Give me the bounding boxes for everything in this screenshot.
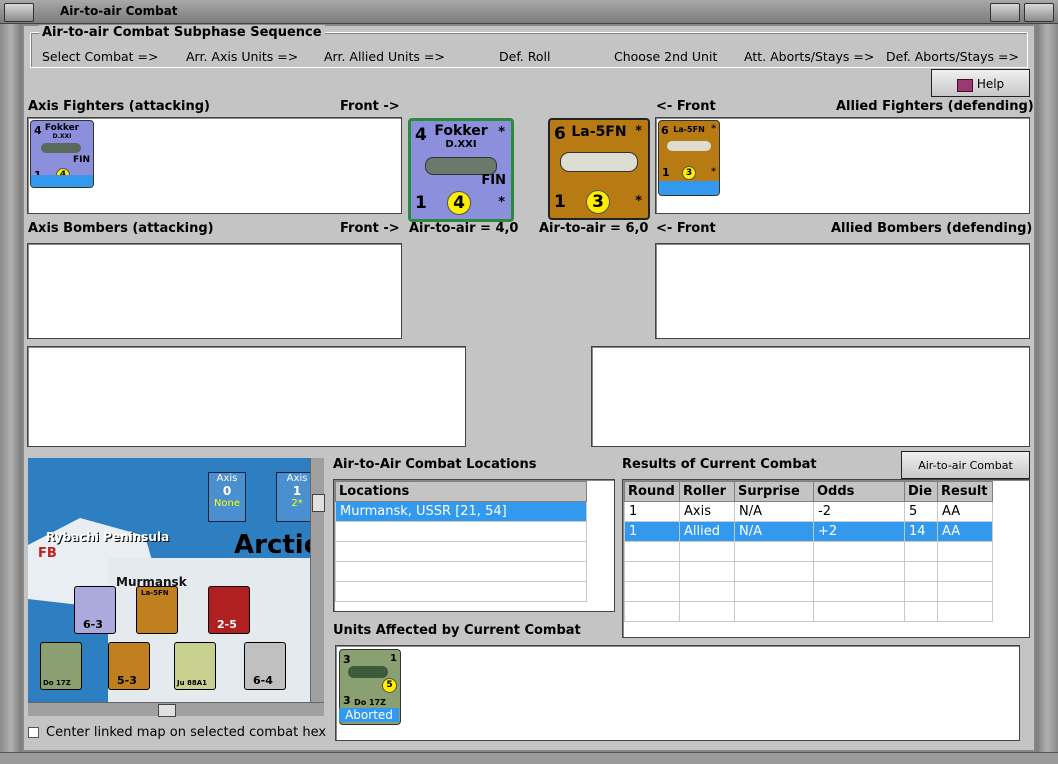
col-result[interactable]: Result <box>937 481 993 502</box>
minimize-button[interactable] <box>990 3 1020 22</box>
map-unit-la5fn[interactable]: La-5FN <box>136 586 178 634</box>
step-arr-allied[interactable]: Arr. Allied Units => <box>324 49 445 64</box>
allied-info-panel <box>591 346 1030 447</box>
results-panel: Round Roller Surprise Odds Die Result 1A… <box>622 479 1030 638</box>
axis-fighters-label: Axis Fighters (attacking) <box>28 99 210 114</box>
axis-fighters-front: Front -> <box>340 99 400 114</box>
map-unit-4[interactable]: 6-4 <box>244 642 286 690</box>
allied-fighter-counter-small[interactable]: 6 La-5FN * 1 * 3 <box>658 120 720 196</box>
axis-bombers-label: Axis Bombers (attacking) <box>28 221 214 236</box>
locations-header[interactable]: Locations <box>335 481 587 502</box>
locations-title: Air-to-Air Combat Locations <box>333 457 537 472</box>
map-unit-1[interactable]: 6-3 <box>74 586 116 634</box>
window-title: Air-to-air Combat <box>60 4 178 18</box>
affected-panel[interactable]: 3 1 3 Do 17Z 5 Aborted <box>335 645 1020 741</box>
map-unit-3[interactable]: 5-3 <box>108 642 150 690</box>
center-map-checkbox[interactable] <box>28 727 39 738</box>
col-surprise[interactable]: Surprise <box>734 481 814 502</box>
help-button[interactable]: Help <box>931 69 1030 97</box>
col-odds[interactable]: Odds <box>813 481 905 502</box>
locations-list[interactable]: Locations Murmansk, USSR [21, 54] <box>333 479 615 612</box>
right-border <box>1036 24 1058 764</box>
allied-bombers-panel[interactable] <box>655 243 1030 339</box>
result-row[interactable]: 1 Allied N/A +2 14 AA <box>624 521 993 542</box>
sequence-title: Air-to-air Combat Subphase Sequence <box>39 25 325 40</box>
place-arctic: Arctic <box>234 530 320 560</box>
allied-fighters-panel[interactable]: 6 La-5FN * 1 * 3 <box>655 117 1030 214</box>
map-unit-6[interactable]: Ju 88A1 <box>174 642 216 690</box>
axis-bombers-panel[interactable] <box>27 243 402 339</box>
axis-fighter-counter[interactable]: 4 * Fokker D.XXI FIN 1 * 4 <box>408 118 514 222</box>
a2a-chart-button[interactable]: Air-to-air Combat Chart <box>901 451 1030 500</box>
window-menu-button[interactable] <box>4 3 34 22</box>
axis-info-panel <box>27 346 466 447</box>
results-title: Results of Current Combat <box>622 457 817 472</box>
location-row[interactable]: Murmansk, USSR [21, 54] <box>335 501 587 522</box>
step-att-aborts[interactable]: Att. Aborts/Stays => <box>744 49 874 64</box>
axis-fighters-panel[interactable]: 4 Fokker D.XXI FIN 1 4 <box>27 117 402 214</box>
axis-a2a-value: Air-to-air = 4,0 <box>409 221 519 236</box>
map-unit-2[interactable]: 2-5 <box>208 586 250 634</box>
book-icon <box>956 78 973 92</box>
title-bar: Air-to-air Combat <box>0 0 1058 24</box>
allied-bombers-label: Allied Bombers (defending) <box>831 221 1033 236</box>
map-hscroll-thumb[interactable] <box>158 704 176 717</box>
help-label: Help <box>976 77 1005 91</box>
step-def-roll[interactable]: Def. Roll <box>499 49 550 64</box>
allied-bombers-front: <- Front <box>656 221 716 236</box>
map-horizontal-scrollbar[interactable] <box>28 702 324 717</box>
map-vscroll-thumb[interactable] <box>312 494 325 512</box>
plane-icon <box>348 666 388 678</box>
map-unit-5[interactable]: Do 17Z <box>40 642 82 690</box>
aborted-status: Aborted <box>339 708 399 722</box>
affected-title: Units Affected by Current Combat <box>333 623 581 638</box>
allied-fighters-label: Allied Fighters (defending) <box>836 99 1034 114</box>
step-def-aborts[interactable]: Def. Aborts/Stays => <box>886 49 1019 64</box>
place-rybachi: Rybachi Peninsula <box>46 530 170 544</box>
fb-label: FB <box>38 546 57 561</box>
plane-icon <box>667 141 711 151</box>
axis-bombers-front: Front -> <box>340 221 400 236</box>
step-arr-axis[interactable]: Arr. Axis Units => <box>186 49 298 64</box>
allied-a2a-value: Air-to-air = 6,0 <box>539 221 649 236</box>
col-roller[interactable]: Roller <box>679 481 735 502</box>
close-button[interactable] <box>1024 3 1054 22</box>
mini-map[interactable]: Axis 0 None Axis 1 2* Rybachi Peninsula … <box>28 458 324 702</box>
step-select-combat[interactable]: Select Combat => <box>42 49 159 64</box>
axis-fighter-counter-small[interactable]: 4 Fokker D.XXI FIN 1 4 <box>30 120 94 188</box>
step-choose-2nd[interactable]: Choose 2nd Unit <box>614 49 717 64</box>
allied-fighter-counter[interactable]: 6 * La-5FN 1 * 3 <box>548 118 650 220</box>
plane-icon <box>560 152 638 172</box>
col-die[interactable]: Die <box>904 481 938 502</box>
result-row[interactable]: 1 Axis N/A -2 5 AA <box>624 501 993 522</box>
bottom-border <box>0 752 1058 764</box>
left-border <box>0 24 22 764</box>
axis-box[interactable]: Axis 0 None <box>208 472 246 522</box>
center-map-label: Center linked map on selected combat hex <box>46 725 327 740</box>
map-vertical-scrollbar[interactable] <box>310 458 325 702</box>
plane-icon <box>41 143 81 153</box>
allied-fighters-front: <- Front <box>656 99 716 114</box>
col-round[interactable]: Round <box>624 481 680 502</box>
